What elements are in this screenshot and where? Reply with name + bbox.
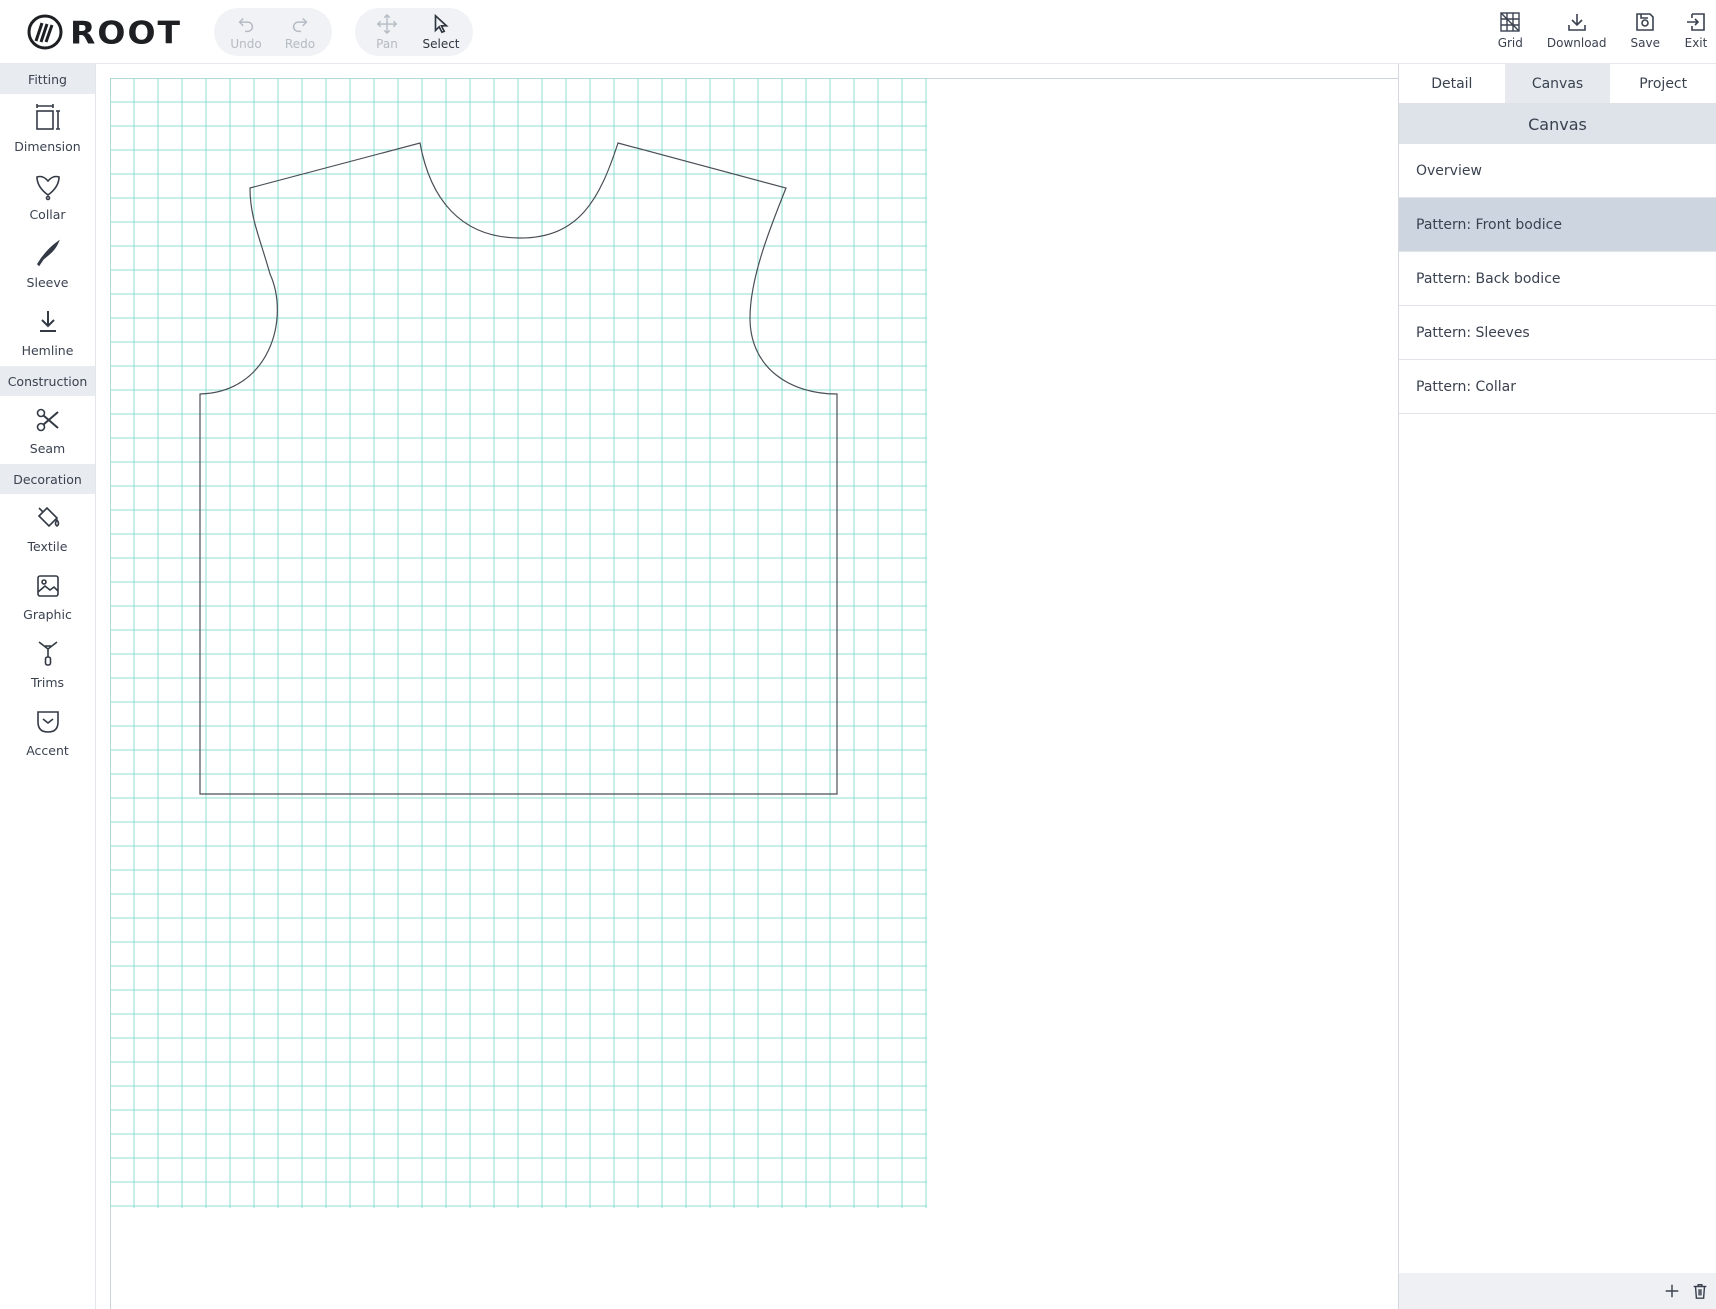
root-logo-icon — [27, 14, 63, 50]
collar-tool[interactable]: Collar — [0, 162, 95, 230]
textile-tool[interactable]: Textile — [0, 494, 95, 562]
tab-detail[interactable]: Detail — [1399, 64, 1505, 103]
panel-tabs: Detail Canvas Project — [1399, 64, 1716, 104]
collar-icon — [35, 175, 60, 200]
tab-canvas[interactable]: Canvas — [1504, 64, 1611, 103]
save-icon — [1636, 13, 1655, 31]
add-icon[interactable] — [1663, 1282, 1681, 1300]
redo-icon — [292, 17, 308, 33]
dimension-tool[interactable]: Dimension — [0, 94, 95, 162]
image-icon — [36, 574, 59, 597]
select-button[interactable]: Select — [422, 13, 460, 51]
sleeve-label: Sleeve — [26, 274, 69, 290]
panel-footer — [1399, 1273, 1716, 1309]
exit-icon — [1687, 13, 1705, 31]
pan-label: Pan — [376, 37, 398, 51]
history-tool-group: Undo Redo — [214, 8, 332, 56]
undo-icon — [238, 17, 254, 33]
hemline-icon — [39, 310, 56, 332]
list-item-front-bodice[interactable]: Pattern: Front bodice — [1399, 198, 1716, 252]
save-button[interactable]: Save — [1619, 10, 1672, 50]
graphic-tool[interactable]: Graphic — [0, 562, 95, 630]
logo-wordmark: ROOT — [70, 13, 183, 51]
download-icon — [1567, 14, 1586, 31]
pattern-grid[interactable] — [110, 78, 930, 1218]
app-logo[interactable]: ROOT — [26, 12, 182, 52]
grid-label: Grid — [1497, 36, 1523, 50]
dimension-icon — [35, 103, 60, 130]
tools-sidebar: Fitting Dimension Collar Sleeve Hemline … — [0, 64, 96, 1309]
download-label: Download — [1546, 36, 1607, 50]
properties-panel: Detail Canvas Project Canvas Overview Pa… — [1398, 64, 1716, 1309]
seam-tool[interactable]: Seam — [0, 396, 95, 464]
section-fitting: Fitting — [0, 64, 95, 94]
scissors-icon — [36, 408, 59, 431]
seam-label: Seam — [29, 440, 66, 456]
list-item-overview[interactable]: Overview — [1399, 144, 1716, 198]
undo-label: Undo — [230, 37, 262, 51]
grid-button[interactable]: Grid — [1486, 10, 1535, 50]
paint-bucket-icon — [37, 506, 59, 527]
undo-button[interactable]: Undo — [228, 13, 264, 51]
list-item-collar[interactable]: Pattern: Collar — [1399, 360, 1716, 414]
top-toolbar: ROOT Undo Redo Pan Select Grid Download — [0, 0, 1716, 64]
hemline-label: Hemline — [21, 342, 74, 358]
pan-button[interactable]: Pan — [369, 13, 405, 51]
trash-icon[interactable] — [1691, 1282, 1709, 1300]
cursor-icon — [434, 13, 449, 34]
pocket-icon — [36, 710, 59, 733]
exit-label: Exit — [1684, 36, 1708, 50]
redo-label: Redo — [284, 37, 316, 51]
list-item-back-bodice[interactable]: Pattern: Back bodice — [1399, 252, 1716, 306]
accent-tool[interactable]: Accent — [0, 698, 95, 766]
right-toolbar: Grid Download Save Exit — [1486, 10, 1716, 50]
mode-tool-group: Pan Select — [355, 8, 473, 56]
section-decoration: Decoration — [0, 464, 95, 494]
dimension-label: Dimension — [14, 138, 81, 154]
list-item-sleeves[interactable]: Pattern: Sleeves — [1399, 306, 1716, 360]
collar-label: Collar — [29, 206, 66, 222]
sleeve-tool[interactable]: Sleeve — [0, 230, 95, 298]
redo-button[interactable]: Redo — [282, 13, 318, 51]
pan-icon — [376, 13, 398, 35]
zipper-icon — [38, 640, 57, 666]
select-label: Select — [422, 37, 460, 51]
exit-button[interactable]: Exit — [1672, 10, 1716, 50]
tab-project[interactable]: Project — [1610, 64, 1716, 103]
drawing-canvas[interactable] — [96, 64, 1400, 1309]
save-label: Save — [1630, 36, 1660, 50]
trims-tool[interactable]: Trims — [0, 630, 95, 698]
section-construction: Construction — [0, 366, 95, 396]
panel-title: Canvas — [1399, 104, 1716, 144]
grid-lines — [110, 78, 927, 1208]
download-button[interactable]: Download — [1535, 10, 1619, 50]
trims-label: Trims — [30, 674, 65, 690]
sleeve-icon — [36, 239, 60, 266]
grid-icon — [1500, 12, 1520, 32]
graphic-label: Graphic — [23, 606, 72, 622]
hemline-tool[interactable]: Hemline — [0, 298, 95, 366]
accent-label: Accent — [26, 742, 69, 758]
textile-label: Textile — [27, 538, 68, 554]
